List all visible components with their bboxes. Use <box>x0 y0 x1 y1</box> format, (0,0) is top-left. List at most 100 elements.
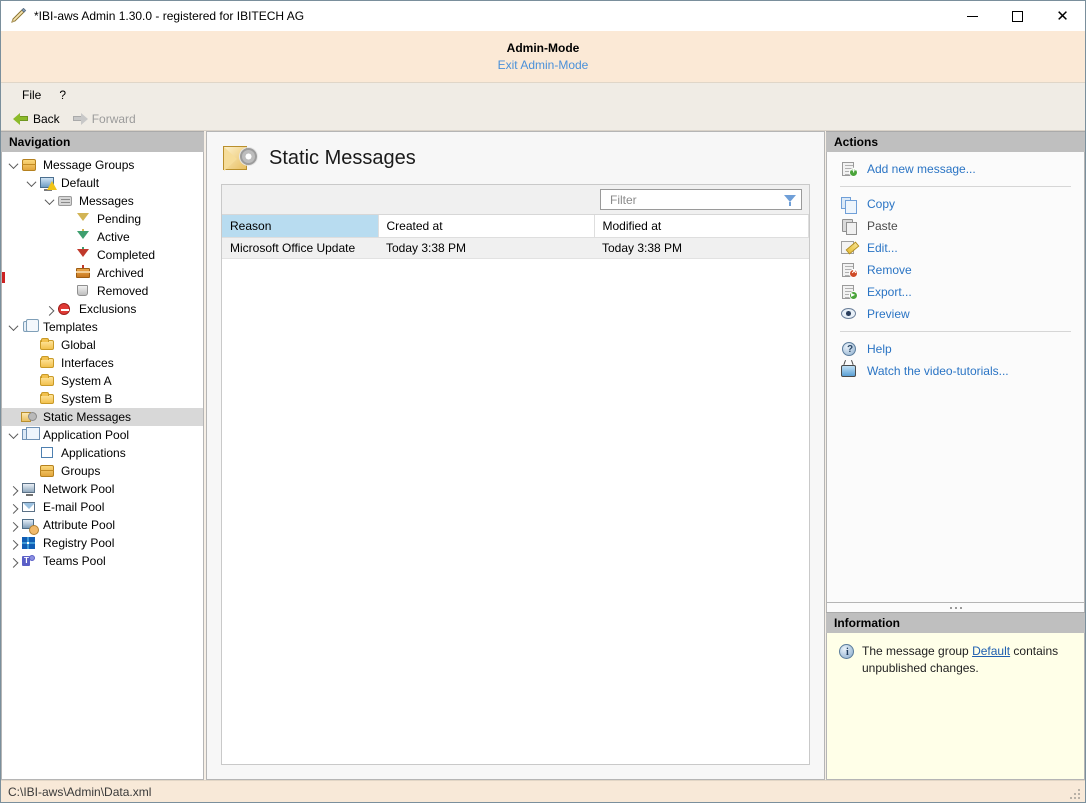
sidebar-item-system-b[interactable]: System B <box>2 390 203 408</box>
menu-item-file[interactable]: File <box>13 86 50 104</box>
chevron-down-icon[interactable] <box>42 192 56 210</box>
sidebar-item-e-mail-pool[interactable]: E-mail Pool <box>2 498 203 516</box>
chevron-down-icon[interactable] <box>6 426 20 444</box>
exit-admin-mode-link[interactable]: Exit Admin-Mode <box>498 58 589 72</box>
sidebar-item-pending[interactable]: Pending <box>2 210 203 228</box>
column-header-created-at[interactable]: Created at <box>378 215 594 238</box>
folder-icon <box>38 373 56 389</box>
main-body: Navigation Message GroupsDefaultMessages… <box>1 131 1085 780</box>
action-export[interactable]: Export... <box>827 281 1084 303</box>
sidebar-item-exclusions[interactable]: Exclusions <box>2 300 203 318</box>
sidebar-item-groups[interactable]: Groups <box>2 462 203 480</box>
action-remove[interactable]: Remove <box>827 259 1084 281</box>
archive-icon <box>74 265 92 281</box>
action-copy[interactable]: Copy <box>827 193 1084 215</box>
information-text: The message group Default contains unpub… <box>862 643 1072 677</box>
sidebar-item-archived[interactable]: Archived <box>2 264 203 282</box>
information-header: Information <box>826 612 1085 633</box>
chevron-right-icon[interactable] <box>6 516 20 534</box>
app-icon <box>10 8 27 25</box>
action-add-new-message[interactable]: Add new message... <box>827 158 1084 180</box>
chevron-right-icon[interactable] <box>6 534 20 552</box>
maximize-button[interactable] <box>995 1 1040 31</box>
information-body: The message group Default contains unpub… <box>826 633 1085 780</box>
filter-box[interactable] <box>600 189 802 210</box>
sidebar-item-message-groups[interactable]: Message Groups <box>2 156 203 174</box>
action-label: Watch the video-tutorials... <box>867 364 1009 378</box>
window-title: *IBI-aws Admin 1.30.0 - registered for I… <box>34 9 304 23</box>
action-watch-the-video-tutorials[interactable]: Watch the video-tutorials... <box>827 360 1084 382</box>
preview-eye-icon <box>840 306 858 322</box>
export-icon <box>840 284 858 300</box>
close-button[interactable]: ✕ <box>1040 1 1085 31</box>
tree-spacer <box>60 210 74 228</box>
sidebar-item-teams-pool[interactable]: Teams Pool <box>2 552 203 570</box>
resize-grip-icon[interactable] <box>1069 788 1080 799</box>
menu-item-help[interactable]: ? <box>50 86 75 104</box>
chevron-down-icon[interactable] <box>24 174 38 192</box>
filter-input[interactable] <box>608 192 784 208</box>
sidebar-item-default[interactable]: Default <box>2 174 203 192</box>
sidebar-item-global[interactable]: Global <box>2 336 203 354</box>
sidebar-item-attribute-pool[interactable]: Attribute Pool <box>2 516 203 534</box>
action-preview[interactable]: Preview <box>827 303 1084 325</box>
table-row[interactable]: Microsoft Office UpdateToday 3:38 PMToda… <box>222 238 809 259</box>
sidebar-item-interfaces[interactable]: Interfaces <box>2 354 203 372</box>
back-button[interactable]: Back <box>9 111 64 127</box>
column-header-reason[interactable]: Reason <box>222 215 378 238</box>
message-icon <box>56 193 74 209</box>
messages-table: Reason Created at Modified at Microsoft … <box>222 215 809 259</box>
sidebar-item-applications[interactable]: Applications <box>2 444 203 462</box>
package-icon <box>38 463 56 479</box>
action-label: Help <box>867 342 892 356</box>
folder-icon <box>38 391 56 407</box>
chevron-right-icon[interactable] <box>6 480 20 498</box>
navigation-header: Navigation <box>1 131 204 152</box>
sidebar-item-system-a[interactable]: System A <box>2 372 203 390</box>
status-bar: C:\IBI-aws\Admin\Data.xml <box>1 780 1085 802</box>
minimize-button[interactable] <box>950 1 995 31</box>
filter-funnel-icon[interactable] <box>784 194 797 206</box>
forward-button[interactable]: Forward <box>68 111 140 127</box>
tree-spacer <box>24 462 38 480</box>
minimize-icon <box>967 16 978 17</box>
tree-spacer <box>6 408 20 426</box>
navigation-toolbar: Back Forward <box>1 107 1085 131</box>
chevron-right-icon[interactable] <box>6 552 20 570</box>
sidebar-item-label: Applications <box>61 446 126 460</box>
chevron-down-icon[interactable] <box>6 318 20 336</box>
action-help[interactable]: Help <box>827 338 1084 360</box>
column-header-modified-at[interactable]: Modified at <box>594 215 809 238</box>
action-paste: Paste <box>827 215 1084 237</box>
chevron-down-icon[interactable] <box>6 156 20 174</box>
forward-button-label: Forward <box>92 112 136 126</box>
chevron-right-icon[interactable] <box>42 300 56 318</box>
sidebar-item-application-pool[interactable]: Application Pool <box>2 426 203 444</box>
sidebar-item-label: Messages <box>79 194 134 208</box>
info-default-link[interactable]: Default <box>972 644 1010 658</box>
chevron-right-icon[interactable] <box>6 498 20 516</box>
sidebar-item-completed[interactable]: Completed <box>2 246 203 264</box>
monitor-warning-icon <box>38 175 56 191</box>
arrow-right-icon <box>72 112 88 125</box>
registry-icon <box>20 535 38 551</box>
sidebar-item-active[interactable]: Active <box>2 228 203 246</box>
sidebar-item-static-messages[interactable]: Static Messages <box>2 408 203 426</box>
templates-icon <box>20 319 38 335</box>
sidebar-item-messages[interactable]: Messages <box>2 192 203 210</box>
sidebar-item-templates[interactable]: Templates <box>2 318 203 336</box>
attribute-icon <box>20 517 38 533</box>
maximize-icon <box>1012 11 1023 22</box>
sidebar-item-network-pool[interactable]: Network Pool <box>2 480 203 498</box>
sidebar-item-registry-pool[interactable]: Registry Pool <box>2 534 203 552</box>
video-tutorial-icon <box>840 363 858 379</box>
content-header: Static Messages <box>207 132 824 184</box>
navigation-tree[interactable]: Message GroupsDefault Messages PendingActi… <box>1 152 204 780</box>
splitter-grip-icon <box>950 607 962 609</box>
panel-splitter[interactable] <box>826 603 1085 612</box>
action-edit[interactable]: Edit... <box>827 237 1084 259</box>
paste-icon <box>840 218 858 234</box>
action-label: Remove <box>867 263 912 277</box>
sidebar-item-removed[interactable]: Removed <box>2 282 203 300</box>
add-document-icon <box>840 161 858 177</box>
